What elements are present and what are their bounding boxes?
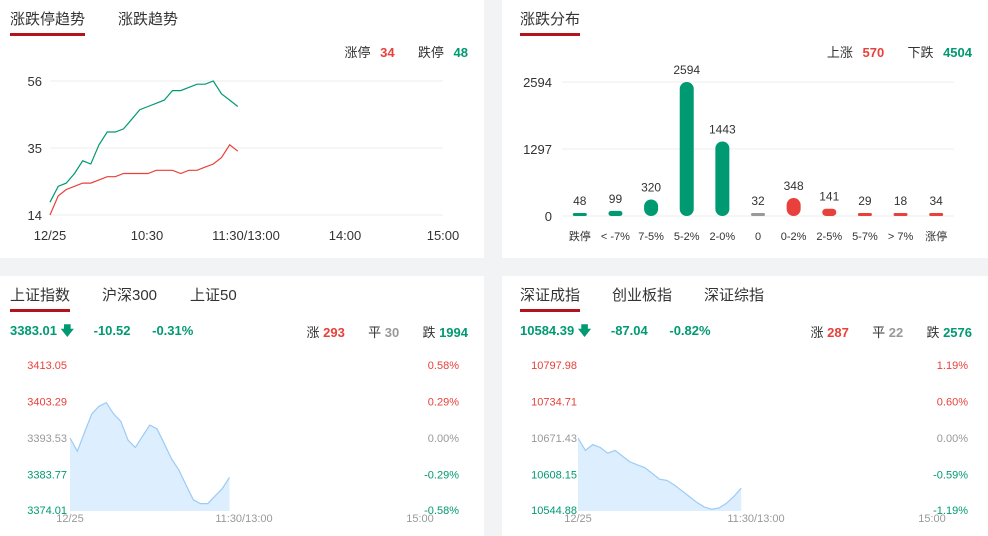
bar — [644, 199, 659, 216]
x-tick-label: 2-0% — [710, 231, 736, 243]
bar-value-label: 18 — [894, 194, 908, 208]
y-tick-label: 35 — [28, 141, 42, 156]
bar-value-label: 2594 — [673, 63, 700, 77]
pct-tick-label: 0.00% — [937, 433, 968, 445]
series-line — [49, 80, 239, 203]
x-tick-label: 12/25 — [56, 513, 84, 525]
y-tick-label: 3403.29 — [27, 397, 67, 409]
x-tick-label: 0-2% — [781, 231, 807, 243]
x-tick-label: 15:00 — [918, 513, 946, 525]
y-tick-label: 56 — [28, 74, 42, 89]
x-tick-label: 11:30/13:00 — [215, 513, 272, 525]
bar — [572, 213, 587, 216]
x-tick-label: 14:00 — [329, 228, 362, 243]
x-tick-label: 15:00 — [427, 228, 460, 243]
pct-tick-label: 0.00% — [428, 433, 459, 445]
sz-index-panel: 深证成指 创业板指 深证综指 10584.39 🡇 -87.04 -0.82% … — [502, 276, 988, 536]
y-tick-label: 0 — [545, 209, 552, 224]
x-tick-label: 5-2% — [674, 231, 700, 243]
bar — [822, 208, 837, 216]
bar — [751, 213, 765, 216]
x-tick-label: 2-5% — [816, 231, 842, 243]
distribution-panel: 涨跌分布 上涨 570 下跌 4504 2594 1297 0 48 跌停 99 < -7%… — [502, 0, 988, 258]
x-tick-label: 11:30/13:00 — [727, 513, 784, 525]
y-tick-label: 14 — [28, 208, 42, 223]
series-line — [49, 143, 239, 216]
bar-value-label: 29 — [858, 194, 872, 208]
bar — [679, 82, 694, 216]
y-tick-label: 10734.71 — [531, 396, 577, 408]
x-tick-label: 15:00 — [406, 513, 434, 525]
y-tick-label: 3413.05 — [27, 360, 67, 372]
sz-index-chart: 10797.98 1.19% 10734.71 0.60% 10671.43 0.00% 1… — [531, 360, 968, 525]
bar-value-label: 48 — [573, 194, 587, 208]
bar — [786, 198, 801, 216]
y-tick-label: 2594 — [523, 75, 552, 90]
x-tick-label: 涨停 — [925, 229, 947, 243]
pct-tick-label: -0.29% — [424, 470, 459, 482]
bar-value-label: 34 — [930, 194, 944, 208]
sh-index-panel: 上证指数 沪深300 上证50 3383.01 🡇 -10.52 -0.31% … — [0, 276, 484, 536]
x-tick-label: 12/25 — [564, 513, 592, 525]
bar-value-label: 99 — [609, 192, 623, 206]
x-tick-label: 12/25 — [34, 228, 67, 243]
bar — [857, 213, 872, 216]
bar-value-label: 320 — [641, 180, 661, 194]
y-tick-label: 10671.43 — [531, 433, 577, 445]
bar-value-label: 1443 — [709, 122, 736, 136]
pct-tick-label: 0.58% — [428, 360, 459, 372]
x-tick-label: 0 — [755, 231, 761, 243]
pct-tick-label: -0.59% — [933, 470, 968, 482]
y-tick-label: 3383.77 — [27, 470, 67, 482]
y-tick-label: 10608.15 — [531, 470, 577, 482]
x-tick-label: > 7% — [888, 231, 914, 243]
bar — [893, 213, 908, 216]
pct-tick-label: 0.29% — [428, 397, 459, 409]
y-tick-label: 10797.98 — [531, 360, 577, 372]
limit-trend-chart: 56 35 14 12/25 10:30 11:30/13:00 14:00 15:00 — [28, 74, 460, 243]
bar — [929, 213, 944, 216]
pct-tick-label: 0.60% — [937, 396, 968, 408]
x-tick-label: 跌停 — [569, 229, 591, 243]
limit-trend-panel: 涨跌停趋势 涨跌趋势 涨停 34 跌停 48 56 35 14 12/25 10:30 1… — [0, 0, 484, 258]
bar — [715, 141, 730, 216]
x-tick-label: < -7% — [601, 231, 630, 243]
x-tick-label: 10:30 — [131, 228, 164, 243]
bar-value-label: 348 — [784, 179, 804, 193]
pct-tick-label: 1.19% — [937, 360, 968, 372]
distribution-chart: 25941297048跌停99< -7%3207-5%25945-2%14432… — [523, 63, 954, 243]
y-tick-label: 3393.53 — [27, 433, 67, 445]
sh-index-chart: 3413.05 0.58% 3403.29 0.29% 3393.53 0.00% 3383… — [27, 360, 459, 525]
y-tick-label: 1297 — [523, 142, 552, 157]
price-area — [70, 402, 230, 511]
bar — [608, 210, 623, 216]
x-tick-label: 7-5% — [638, 231, 664, 243]
x-tick-label: 11:30/13:00 — [212, 228, 280, 243]
bar-value-label: 32 — [751, 194, 765, 208]
x-tick-label: 5-7% — [852, 231, 878, 243]
bar-value-label: 141 — [819, 190, 839, 204]
